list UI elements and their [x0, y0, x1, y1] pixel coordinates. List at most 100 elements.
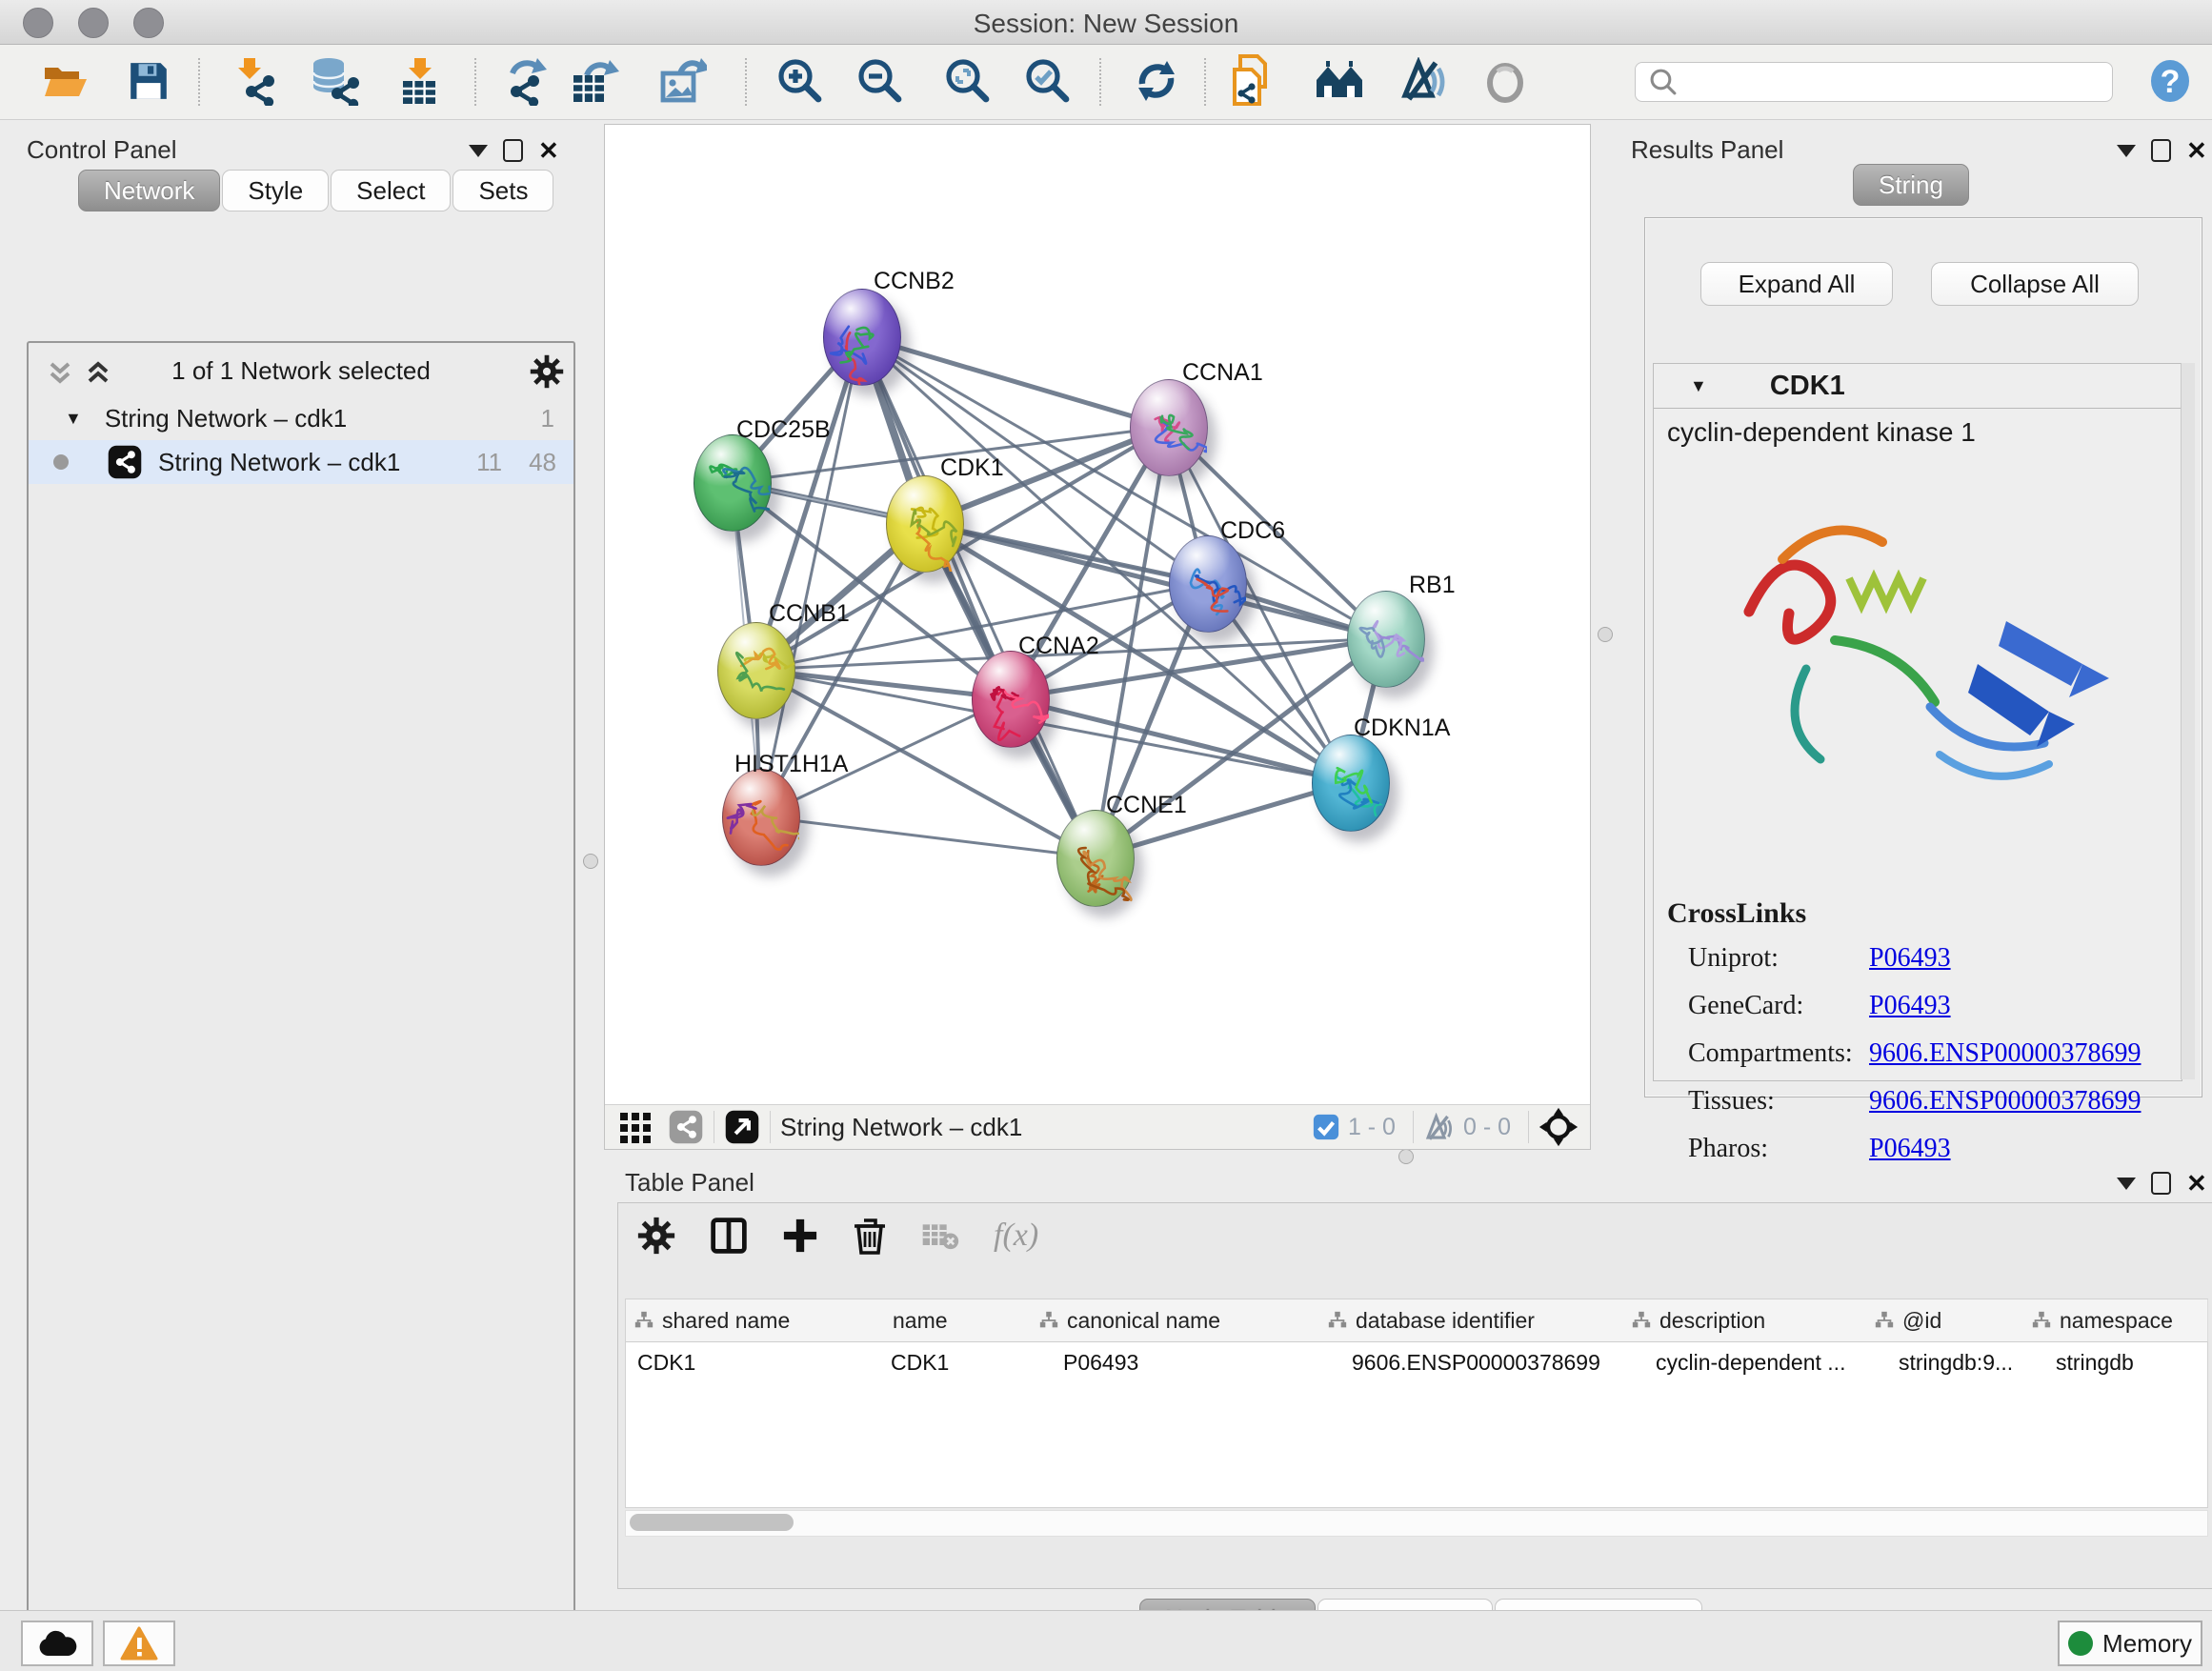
network-node-hist1h1a[interactable] — [722, 769, 800, 866]
results-scrollbar[interactable] — [2181, 363, 2195, 1079]
table-cell[interactable]: CDK1 — [879, 1341, 1042, 1383]
maximize-panel-icon[interactable] — [2151, 1172, 2171, 1195]
table-hscrollbar[interactable] — [625, 1510, 2208, 1537]
network-node-ccne1[interactable] — [1056, 810, 1135, 907]
network-node-cdc6[interactable] — [1169, 535, 1247, 633]
network-row[interactable]: String Network – cdk1 11 48 — [29, 440, 573, 484]
crosslink-link[interactable]: 9606.ENSP00000378699 — [1869, 1038, 2141, 1069]
grid-view-icon[interactable] — [618, 1111, 654, 1143]
cloud-status-button[interactable] — [21, 1621, 93, 1666]
left-splitter-handle[interactable] — [583, 854, 598, 869]
network-canvas[interactable]: CCNB2CCNA1CDC25BCDK1CDC6RB1CCNB1CCNA2CDK… — [605, 125, 1590, 1104]
table-hscrollbar-thumb[interactable] — [630, 1514, 794, 1531]
tab-network[interactable]: Network — [78, 170, 220, 211]
zoom-selected-button[interactable] — [1021, 54, 1075, 108]
birds-eye-navigator-icon[interactable] — [1538, 1107, 1579, 1147]
float-panel-icon[interactable] — [2117, 145, 2136, 157]
section-collapse-triangle-icon[interactable]: ▼ — [1690, 376, 1707, 396]
close-panel-icon[interactable]: ✕ — [538, 141, 559, 160]
column-header-label: canonical name — [1067, 1308, 1220, 1334]
maximize-panel-icon[interactable] — [2151, 139, 2171, 162]
collection-expand-triangle-icon[interactable]: ▼ — [65, 409, 82, 429]
float-panel-icon[interactable] — [2117, 1178, 2136, 1190]
export-image-button[interactable] — [655, 54, 709, 108]
control-panel: Control Panel ✕ NetworkStyleSelectSets 1… — [10, 124, 564, 1610]
right-splitter-handle[interactable] — [1598, 627, 1613, 642]
network-view-mode-icon[interactable] — [668, 1109, 704, 1145]
zoom-in-icon — [776, 57, 824, 105]
crosslink-link[interactable]: P06493 — [1869, 991, 1951, 1021]
refresh-icon — [1133, 57, 1180, 105]
column-header-@id[interactable]: @id — [1866, 1299, 2024, 1342]
column-header-canonical-name[interactable]: canonical name — [1031, 1299, 1320, 1342]
collapse-all-button[interactable]: Collapse All — [1931, 262, 2139, 306]
table-cell[interactable]: 9606.ENSP00000378699 — [1319, 1341, 1656, 1383]
table-options-gear-icon[interactable] — [637, 1217, 675, 1255]
toggle-graphics-details-button[interactable] — [1313, 54, 1366, 108]
search-box[interactable] — [1635, 62, 2113, 102]
clone-network-button[interactable] — [1227, 54, 1280, 108]
zoom-in-button[interactable] — [774, 54, 827, 108]
open-session-button[interactable] — [38, 54, 91, 108]
close-panel-icon[interactable]: ✕ — [2186, 1174, 2207, 1193]
column-header-database-identifier[interactable]: database identifier — [1319, 1299, 1624, 1342]
show-columns-icon[interactable] — [710, 1217, 748, 1255]
network-options-gear-icon[interactable] — [530, 354, 564, 389]
export-network-button[interactable] — [499, 54, 553, 108]
close-panel-icon[interactable]: ✕ — [2186, 141, 2207, 160]
help-button[interactable]: ? — [2143, 54, 2197, 108]
network-node-rb1[interactable] — [1347, 591, 1425, 688]
network-node-ccnb2[interactable] — [823, 289, 901, 386]
network-node-cdk1[interactable] — [886, 475, 964, 573]
network-node-ccna2[interactable] — [972, 651, 1050, 748]
tab-select[interactable]: Select — [331, 170, 451, 211]
save-session-button[interactable] — [122, 54, 175, 108]
add-column-icon[interactable] — [782, 1218, 818, 1254]
hide-edges-button[interactable] — [1397, 54, 1450, 108]
cdk1-section-header[interactable]: ▼ CDK1 — [1654, 364, 2182, 409]
import-table-file-button[interactable] — [392, 54, 446, 108]
maximize-panel-icon[interactable] — [503, 139, 523, 162]
column-header-label: name — [893, 1308, 948, 1334]
column-header-description[interactable]: description — [1623, 1299, 1867, 1342]
delete-column-icon[interactable] — [853, 1217, 887, 1255]
crosslink-label: GeneCard: — [1688, 991, 1869, 1021]
tab-sets[interactable]: Sets — [452, 170, 553, 211]
network-node-cdc25b[interactable] — [694, 434, 772, 532]
selected-checkbox-icon[interactable] — [1312, 1113, 1340, 1141]
apply-layout-button[interactable] — [1130, 54, 1183, 108]
fit-content-button[interactable] — [941, 54, 995, 108]
detach-view-icon[interactable] — [724, 1109, 760, 1145]
tab-string[interactable]: String — [1853, 164, 1969, 206]
network-node-ccna1[interactable] — [1130, 379, 1208, 476]
network-edges[interactable] — [605, 125, 1590, 1104]
protein-thumbnail-icon — [887, 476, 963, 572]
column-sort-icon — [2031, 1310, 2052, 1331]
tab-style[interactable]: Style — [222, 170, 329, 211]
network-node-cdkn1a[interactable] — [1312, 735, 1390, 832]
column-header-shared-name[interactable]: shared name — [626, 1299, 880, 1342]
collection-count: 1 — [541, 404, 554, 433]
function-builder-button: f(x) — [994, 1218, 1038, 1254]
export-table-button[interactable] — [568, 54, 621, 108]
warnings-status-button[interactable] — [103, 1621, 175, 1666]
table-cell[interactable]: P06493 — [1031, 1341, 1352, 1383]
table-cell[interactable]: cyclin-dependent ... — [1623, 1341, 1899, 1383]
table-cell[interactable]: stringdb — [2023, 1341, 2212, 1383]
zoom-out-button[interactable] — [854, 54, 907, 108]
import-network-icon — [229, 56, 278, 106]
column-header-name[interactable]: name — [879, 1299, 1032, 1342]
memory-status-button[interactable]: Memory — [2058, 1621, 2202, 1666]
import-network-database-button[interactable] — [307, 54, 360, 108]
network-node-ccnb1[interactable] — [717, 622, 795, 719]
search-input[interactable] — [1687, 68, 2104, 96]
crosslink-link[interactable]: P06493 — [1869, 943, 1951, 974]
table-cell[interactable]: CDK1 — [626, 1341, 891, 1383]
crosslink-link[interactable]: 9606.ENSP00000378699 — [1869, 1086, 2141, 1117]
column-header-namespace[interactable]: namespace — [2023, 1299, 2208, 1342]
expand-all-button[interactable]: Expand All — [1700, 262, 1893, 306]
protein-thumbnail-icon — [1348, 592, 1424, 687]
import-network-file-button[interactable] — [227, 54, 280, 108]
float-panel-icon[interactable] — [469, 145, 488, 157]
network-collection-row[interactable]: ▼ String Network – cdk1 1 — [29, 396, 573, 440]
